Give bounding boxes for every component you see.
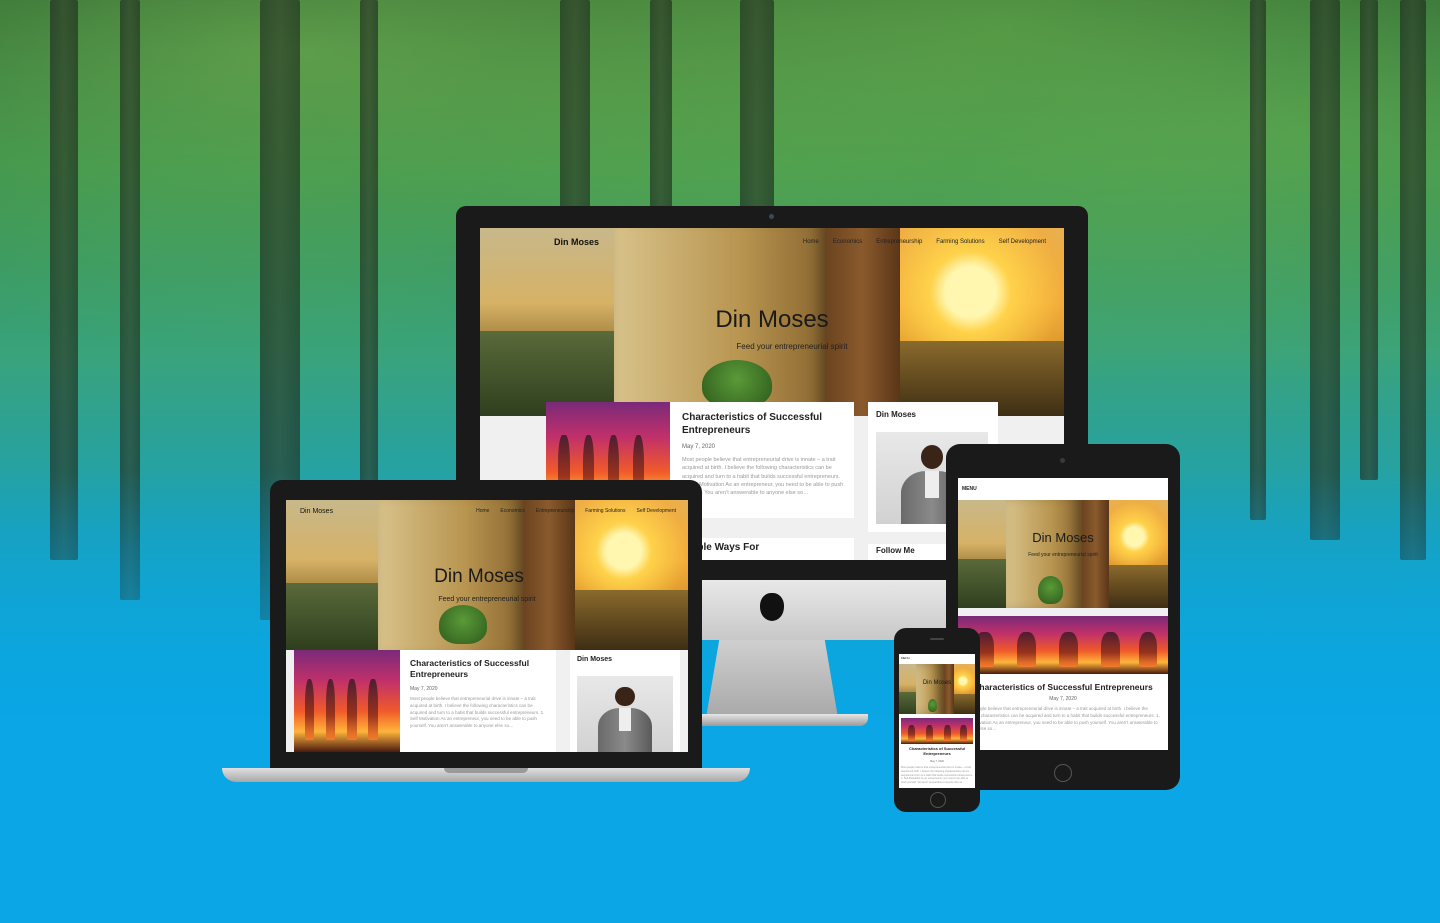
phone-post-date: May 7, 2020 <box>930 760 944 763</box>
laptop-hero: Din Moses Home Economics Entrepreneurshi… <box>286 500 688 650</box>
camera-dot <box>769 214 774 219</box>
tablet-hero-subtitle: Feed your entrepreneurial spirit <box>1028 552 1098 558</box>
laptop-post-title-line2[interactable]: Entrepreneurs <box>410 669 468 679</box>
laptop-nav-economics[interactable]: Economics <box>500 508 524 514</box>
laptop-nav-entrepreneurship[interactable]: Entrepreneurship <box>536 508 574 514</box>
phone-post-title[interactable]: Characteristics of Successful Entreprene… <box>905 746 969 756</box>
tablet-post-thumbnail[interactable] <box>958 616 1168 674</box>
laptop-post-excerpt: Most people believe that entrepreneurial… <box>410 696 545 728</box>
laptop-post-title-line1[interactable]: Characteristics of Successful <box>410 658 529 668</box>
laptop-hero-title: Din Moses <box>434 566 524 587</box>
tablet-menubar: MENU <box>958 478 1168 500</box>
laptop-sidebar-profile: Din Moses <box>570 650 680 752</box>
menu-label[interactable]: MENU <box>962 486 977 492</box>
phone-post-thumbnail[interactable] <box>901 718 973 744</box>
tablet-screen: MENU Din Moses Feed your entrepreneurial… <box>958 478 1168 750</box>
apple-icon <box>760 593 784 621</box>
laptop-sidebar-name: Din Moses <box>577 656 613 663</box>
laptop-post-card[interactable]: Characteristics of Successful Entreprene… <box>294 650 556 752</box>
tablet-post-title[interactable]: Characteristics of Successful Entreprene… <box>958 682 1168 693</box>
laptop-screen: Din Moses Home Economics Entrepreneurshi… <box>286 500 688 752</box>
laptop-brand[interactable]: Din Moses <box>300 508 333 515</box>
hero-subtitle: Feed your entrepreneurial spirit <box>736 342 848 351</box>
phone: MENU Din Moses Characteristics of Succes… <box>894 628 980 812</box>
phone-post-excerpt: Most people believe that entrepreneurial… <box>901 766 973 784</box>
hero-banner: Din Moses Home Economics Entrepreneurshi… <box>480 228 1064 416</box>
nav-self-development[interactable]: Self Development <box>999 239 1046 245</box>
post-date: May 7, 2020 <box>682 444 716 450</box>
tablet-post-date: May 7, 2020 <box>1049 696 1077 702</box>
tablet-camera <box>1060 458 1065 463</box>
follow-label: Follow Me <box>876 546 915 555</box>
tablet: MENU Din Moses Feed your entrepreneurial… <box>946 444 1180 790</box>
laptop-post-date: May 7, 2020 <box>410 686 438 692</box>
phone-hero: Din Moses <box>899 664 975 714</box>
tablet-post-card[interactable]: Characteristics of Successful Entreprene… <box>958 616 1168 750</box>
tablet-home-button[interactable] <box>1054 764 1072 782</box>
phone-hero-title: Din Moses <box>922 680 952 686</box>
tablet-post-excerpt: Most people believe that entrepreneurial… <box>962 706 1160 732</box>
nav-entrepreneurship[interactable]: Entrepreneurship <box>876 239 922 245</box>
laptop-post-thumbnail[interactable] <box>294 650 400 752</box>
site-brand[interactable]: Din Moses <box>554 237 599 247</box>
laptop-nav-self-development[interactable]: Self Development <box>637 508 676 514</box>
nav-home[interactable]: Home <box>803 239 819 245</box>
phone-menubar: MENU <box>899 654 975 664</box>
sidebar-name: Din Moses <box>876 410 917 419</box>
phone-screen: MENU Din Moses Characteristics of Succes… <box>899 654 975 788</box>
phone-menu-label[interactable]: MENU <box>901 656 910 660</box>
post-title-line2[interactable]: Entrepreneurs <box>682 425 750 436</box>
post-title-line1[interactable]: Characteristics of Successful <box>682 412 822 423</box>
tablet-hero: Din Moses Feed your entrepreneurial spir… <box>958 500 1168 608</box>
hero-title: Din Moses <box>715 306 829 333</box>
laptop-hero-subtitle: Feed your entrepreneurial spirit <box>438 596 536 603</box>
laptop: Din Moses Home Economics Entrepreneurshi… <box>222 480 750 786</box>
nav-economics[interactable]: Economics <box>833 239 862 245</box>
laptop-notch <box>444 768 528 773</box>
laptop-nav-home[interactable]: Home <box>476 508 489 514</box>
nav-farming-solutions[interactable]: Farming Solutions <box>936 239 984 245</box>
phone-home-button[interactable] <box>930 792 946 808</box>
phone-speaker <box>930 638 944 640</box>
laptop-nav-farming-solutions[interactable]: Farming Solutions <box>585 508 625 514</box>
laptop-profile-photo <box>577 676 673 752</box>
tablet-hero-title: Din Moses <box>1032 530 1094 545</box>
